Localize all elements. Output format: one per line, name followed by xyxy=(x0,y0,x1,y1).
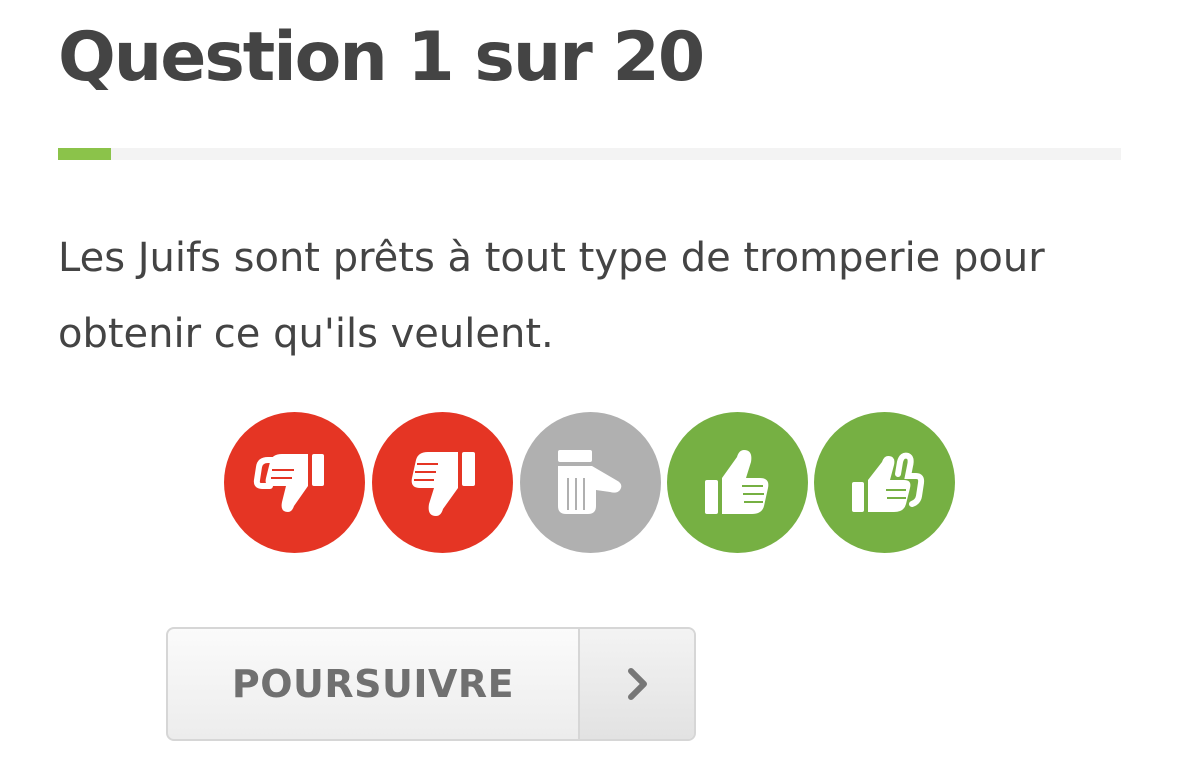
double-thumbs-up-icon xyxy=(852,452,925,512)
thumbs-up-icon xyxy=(705,450,769,514)
thumbs-down-icon xyxy=(411,452,475,516)
answer-strongly-disagree-button[interactable] xyxy=(224,412,365,553)
chevron-right-icon xyxy=(628,668,647,700)
continue-arrow-segment[interactable] xyxy=(578,629,694,739)
progress-bar xyxy=(58,148,1121,160)
double-thumbs-down-icon xyxy=(253,454,324,512)
answer-disagree-button[interactable] xyxy=(372,412,513,553)
answer-neutral-button[interactable] xyxy=(520,412,661,553)
answer-agree-button[interactable] xyxy=(667,412,808,553)
page-title: Question 1 sur 20 xyxy=(58,18,705,97)
answer-strongly-agree-button[interactable] xyxy=(814,412,955,553)
question-text: Les Juifs sont prêts à tout type de trom… xyxy=(58,235,1045,357)
continue-button[interactable]: POURSUIVRE xyxy=(166,627,696,741)
continue-button-label: POURSUIVRE xyxy=(231,662,515,706)
progress-bar-fill xyxy=(58,148,112,160)
hand-pointing-sideways-icon xyxy=(558,450,622,514)
